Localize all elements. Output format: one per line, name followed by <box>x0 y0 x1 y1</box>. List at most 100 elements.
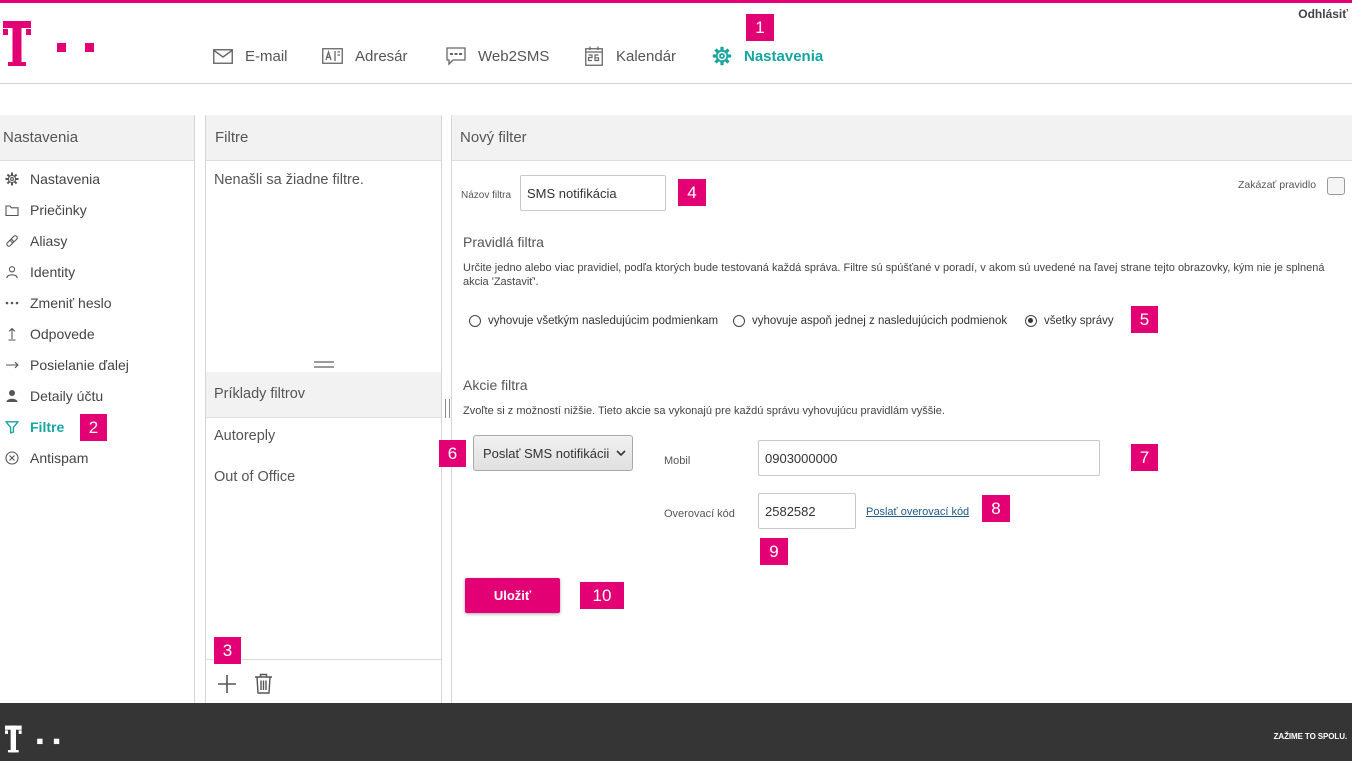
annotation-badge: 10 <box>580 582 624 609</box>
verification-code-label: Overovací kód <box>664 508 735 520</box>
annotation-badge: 1 <box>746 14 774 41</box>
sidebar-item-folders[interactable]: Priečinky <box>0 194 194 225</box>
dots-icon <box>5 301 19 304</box>
envelope-icon <box>212 46 233 66</box>
person-outline-icon <box>6 265 18 278</box>
mobile-label: Mobil <box>664 455 691 467</box>
link-icon <box>6 234 18 247</box>
sms-icon <box>445 46 466 66</box>
annotation-badge: 4 <box>678 179 706 206</box>
radio-button[interactable] <box>1025 315 1037 327</box>
filters-title: Filtre <box>206 115 441 161</box>
sidebar-item-replies[interactable]: Odpovede <box>0 318 194 349</box>
nav-email-label: E-mail <box>245 47 288 65</box>
telekom-logo <box>4 725 60 753</box>
filters-toolbar <box>206 659 441 703</box>
sidebar-item-identities[interactable]: Identity <box>0 256 194 287</box>
annotation-badge: 9 <box>760 538 788 565</box>
actions-title: Akcie filtra <box>463 377 528 393</box>
footer: ZAŽIME TO SPOLU. <box>0 703 1352 761</box>
filter-icon <box>5 420 19 434</box>
save-button[interactable]: Uložiť <box>465 578 560 613</box>
filters-empty-message: Nenašli sa žiadne filtre. <box>214 172 364 188</box>
actions-description: Zvoľte si z možností nižšie. Tieto akcie… <box>463 405 945 417</box>
delete-filter-button[interactable] <box>254 673 273 694</box>
action-select[interactable]: Poslať SMS notifikácii <box>473 435 633 471</box>
sidebar-item-label: Aliasy <box>30 232 68 249</box>
sidebar-item-label: Priečinky <box>30 201 87 218</box>
sidebar-item-label: Antispam <box>30 449 89 466</box>
nav-calendar-label: Kalendár <box>616 47 677 65</box>
trash-icon <box>255 673 272 694</box>
nav-web2sms-label: Web2SMS <box>478 47 550 65</box>
sidebar-item-settings[interactable]: Nastavenia <box>0 163 194 194</box>
sidebar-title: Nastavenia <box>0 115 194 161</box>
new-filter-title: Nový filter <box>452 115 1352 161</box>
arrow-right-icon <box>6 361 19 368</box>
settings-sidebar: Nastavenia Nastavenia Priečinky Aliasy I… <box>0 115 195 703</box>
sidebar-item-account-details[interactable]: Detaily účtu <box>0 380 194 411</box>
annotation-badge: 8 <box>982 495 1010 522</box>
disable-rule-checkbox[interactable] <box>1327 177 1345 195</box>
sidebar-item-label: Detaily účtu <box>30 387 104 404</box>
verification-code-input[interactable] <box>758 493 856 529</box>
nav-email[interactable]: E-mail <box>212 44 288 68</box>
filters-panel: Filtre Nenašli sa žiadne filtre. Príklad… <box>205 115 442 703</box>
sidebar-item-change-password[interactable]: Zmeniť heslo <box>0 287 194 318</box>
folder-icon <box>5 204 19 216</box>
x-circle-icon <box>5 450 19 465</box>
annotation-badge: 2 <box>80 414 107 441</box>
filter-name-input[interactable] <box>520 175 666 211</box>
sidebar-item-antispam[interactable]: Antispam <box>0 442 194 473</box>
all-messages-option[interactable]: všetky správy <box>1025 314 1114 328</box>
mobile-input[interactable] <box>758 440 1100 476</box>
nav-settings[interactable]: Nastavenia <box>711 44 823 68</box>
sidebar-item-label: Odpovede <box>30 325 95 342</box>
person-filled-icon <box>6 389 18 402</box>
radio-button[interactable] <box>733 315 745 327</box>
new-filter-panel: Nový filter Názov filtra Zakázať pravidl… <box>451 115 1352 703</box>
match-all-label: vyhovuje všetkým nasledujúcim podmienkam <box>488 315 719 327</box>
horizontal-splitter-handle[interactable] <box>314 361 334 368</box>
all-messages-label: všetky správy <box>1044 315 1114 327</box>
address-book-icon <box>322 46 343 66</box>
gear-icon <box>5 172 19 185</box>
nav-web2sms[interactable]: Web2SMS <box>445 44 549 68</box>
rules-title: Pravidlá filtra <box>463 234 544 250</box>
match-any-option[interactable]: vyhovuje aspoň jednej z nasledujúcich po… <box>733 314 1007 328</box>
sidebar-item-label: Posielanie ďalej <box>30 356 129 373</box>
filter-example-autoreply[interactable]: Autoreply <box>214 428 275 444</box>
sidebar-item-label: Zmeniť heslo <box>30 294 112 311</box>
annotation-badge: 3 <box>214 637 241 664</box>
nav-address-book[interactable]: Adresár <box>322 44 408 68</box>
filter-example-out-of-office[interactable]: Out of Office <box>214 469 295 485</box>
match-all-option[interactable]: vyhovuje všetkým nasledujúcim podmienkam <box>469 314 718 328</box>
plus-icon <box>218 675 236 693</box>
nav-settings-label: Nastavenia <box>744 47 824 65</box>
sidebar-item-label: Identity <box>30 263 76 280</box>
rules-description: Určite jedno alebo viac pravidiel, podľa… <box>463 262 1325 288</box>
sidebar-item-aliases[interactable]: Aliasy <box>0 225 194 256</box>
sidebar-item-forwarding[interactable]: Posielanie ďalej <box>0 349 194 380</box>
calendar-icon <box>583 46 604 66</box>
arrow-up-icon <box>8 327 16 341</box>
add-filter-button[interactable] <box>217 674 237 694</box>
radio-button[interactable] <box>469 315 481 327</box>
annotation-badge: 6 <box>439 440 466 467</box>
action-select-value: Poslať SMS notifikácii <box>483 446 610 461</box>
telekom-logo[interactable] <box>0 15 100 67</box>
send-verification-code-link[interactable]: Poslať overovací kód <box>866 506 969 518</box>
match-any-label: vyhovuje aspoň jednej z nasledujúcich po… <box>752 315 1008 327</box>
app-header: Odhlásiť E-mail Adresár Web2SMS Kalendár… <box>0 3 1352 84</box>
nav-address-book-label: Adresár <box>355 47 408 65</box>
filter-name-label: Názov filtra <box>461 190 512 201</box>
gear-icon <box>711 46 732 66</box>
annotation-badge: 5 <box>1131 306 1158 333</box>
nav-calendar[interactable]: Kalendár <box>583 44 676 68</box>
logout-link[interactable]: Odhlásiť <box>1298 7 1348 21</box>
vertical-splitter-handle[interactable] <box>445 399 450 418</box>
footer-slogan: ZAŽIME TO SPOLU. <box>1273 732 1347 741</box>
chevron-down-icon <box>616 450 626 457</box>
sidebar-item-label: Nastavenia <box>30 170 101 187</box>
annotation-badge: 7 <box>1131 444 1158 471</box>
